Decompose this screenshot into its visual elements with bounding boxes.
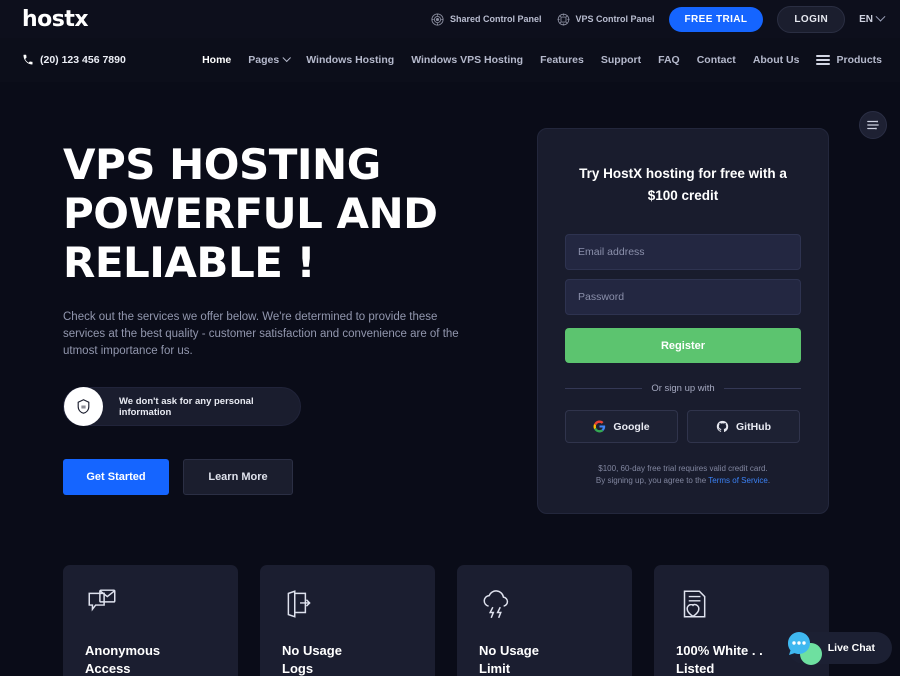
feature-title-line-1: Anonymous [85,643,161,658]
nav-item-about-us[interactable]: About Us [753,54,800,66]
feature-card-no-usage-logs[interactable]: No Usage Logs [260,565,435,676]
feature-title-line-1: No Usage [282,643,342,658]
email-field[interactable] [565,234,801,270]
divider-label: Or sign up with [651,383,715,394]
signup-card-title: Try HostX hosting for free with a $100 c… [579,166,787,203]
sliders-icon [867,120,879,130]
register-button[interactable]: Register [565,328,801,363]
page-root: hostx Shared Control Panel VPS Control P… [0,0,900,676]
main-navigation: (20) 123 456 7890 Home Pages Windows Hos… [0,38,900,82]
github-icon [716,420,729,432]
fine-print-line-1: $100, 60-day free trial requires valid c… [598,464,768,473]
top-bar: hostx Shared Control Panel VPS Control P… [0,0,900,38]
signup-card: Try HostX hosting for free with a $100 c… [537,128,829,514]
nav-item-windows-hosting[interactable]: Windows Hosting [306,54,394,66]
settings-toggle-button[interactable] [859,111,887,139]
feature-card-title: No Usage Limit [479,642,609,676]
hero-actions: Get Started Learn More [63,459,483,495]
shared-control-panel-label: Shared Control Panel [449,14,542,24]
vps-control-panel-link[interactable]: VPS Control Panel [556,12,655,27]
feature-card-anonymous-access[interactable]: Anonymous Access [63,565,238,676]
live-chat-widget[interactable]: Live Chat [787,632,892,665]
privacy-badge: We don't ask for any personal informatio… [63,387,301,426]
get-started-button[interactable]: Get Started [63,459,169,495]
nav-item-pages[interactable]: Pages [248,53,292,66]
site-logo[interactable]: hostx [22,7,89,32]
nav-item-pages-label: Pages [248,54,280,66]
nav-item-features[interactable]: Features [540,54,584,66]
github-signup-button[interactable]: GitHub [687,410,800,443]
password-field[interactable] [565,279,801,315]
vps-control-panel-label: VPS Control Panel [575,14,655,24]
nav-item-windows-vps-hosting[interactable]: Windows VPS Hosting [411,54,523,66]
live-chat-icon [784,629,826,667]
hero-heading-line-3: RELIABLE ! [63,238,316,287]
google-icon [593,420,606,433]
hero-section: VPS HOSTING POWERFUL AND RELIABLE ! Chec… [63,140,483,495]
phone-number[interactable]: (20) 123 456 7890 [22,54,126,66]
hero-paragraph: Check out the services we offer below. W… [63,311,459,357]
feature-card-title: Anonymous Access [85,642,215,676]
terms-of-service-link[interactable]: Terms of Service [708,476,768,485]
language-selector[interactable]: EN [859,11,886,25]
nav-item-home[interactable]: Home [202,54,231,66]
nav-item-products-label: Products [836,54,882,66]
feature-title-line-2: Limit [479,661,511,676]
live-chat-label: Live Chat [827,642,875,654]
top-bar-actions: Shared Control Panel VPS Control Panel F… [430,0,886,38]
shield-icon [77,399,90,414]
nav-item-contact[interactable]: Contact [697,54,736,66]
free-trial-button[interactable]: FREE TRIAL [668,6,764,32]
door-exit-icon [287,590,311,618]
nav-item-products[interactable]: Products [816,54,882,66]
google-signup-button[interactable]: Google [565,410,678,443]
language-label: EN [859,13,873,25]
signup-fine-print: $100, 60-day free trial requires valid c… [565,463,801,486]
feature-title-line-1: No Usage [479,643,539,658]
feature-card-title: No Usage Logs [282,642,412,676]
google-signup-label: Google [613,420,650,433]
page-title: VPS HOSTING POWERFUL AND RELIABLE ! [63,140,483,287]
hero-heading-line-1: VPS HOSTING [63,140,381,189]
phone-icon [23,54,33,65]
cloud-lightning-icon [483,590,509,619]
hero-heading-line-2: POWERFUL AND [63,189,438,238]
chevron-down-icon [282,53,292,63]
feature-title-line-2: Listed [676,661,715,676]
feature-cards: Anonymous Access No Usage Logs No Usage … [63,565,829,676]
vps-control-panel-icon [557,13,569,25]
shared-control-panel-icon [431,12,444,26]
nav-links: Home Pages Windows Hosting Windows VPS H… [202,38,882,82]
nav-item-support[interactable]: Support [601,54,641,66]
chevron-down-icon [875,11,886,22]
chat-envelope-icon [88,589,116,612]
fine-print-prefix: By signing up, you agree to the [595,475,709,485]
feature-title-line-2: Access [85,661,131,676]
phone-number-label: (20) 123 456 7890 [40,54,126,66]
github-signup-label: GitHub [736,420,771,433]
feature-title-line-1: 100% White . . [676,643,763,658]
hamburger-icon [816,54,831,66]
document-heart-icon [683,590,706,618]
divider-line-right [723,388,801,389]
privacy-badge-icon-wrap [64,387,103,426]
learn-more-button[interactable]: Learn More [183,459,293,495]
feature-title-line-2: Logs [282,661,314,676]
oauth-buttons: Google GitHub [565,410,801,443]
fine-print-suffix: . [767,475,771,485]
shared-control-panel-link[interactable]: Shared Control Panel [430,12,542,27]
signup-divider: Or sign up with [565,383,801,394]
feature-card-no-usage-limit[interactable]: No Usage Limit [457,565,632,676]
nav-item-faq[interactable]: FAQ [658,54,680,66]
divider-line-left [565,388,643,389]
privacy-badge-label: We don't ask for any personal informatio… [119,395,254,418]
login-button[interactable]: LOGIN [777,5,846,33]
